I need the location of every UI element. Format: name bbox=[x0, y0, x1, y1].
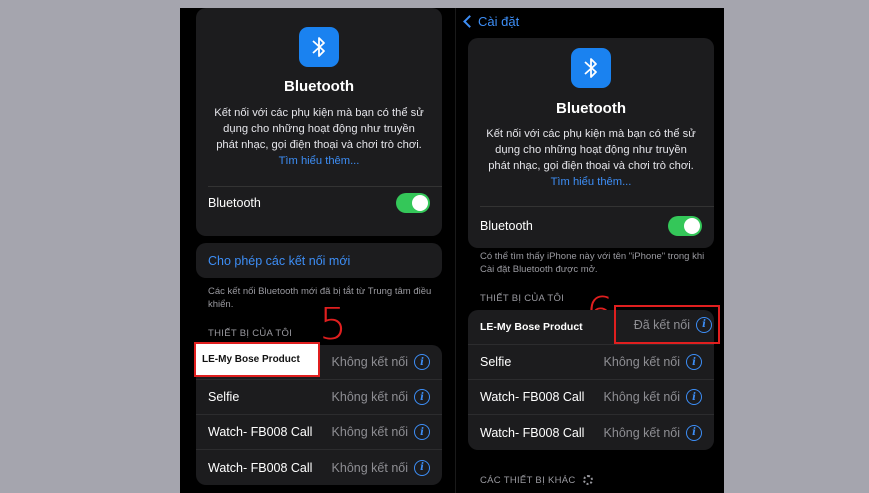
bluetooth-toggle-label: Bluetooth bbox=[480, 219, 533, 233]
device-name: LE-My Bose Product bbox=[480, 321, 583, 333]
device-status: Không kết nối i bbox=[332, 424, 430, 440]
allow-new-connections-button[interactable]: Cho phép các kết nối mới bbox=[196, 243, 442, 278]
device-status-text: Không kết nối bbox=[331, 425, 408, 439]
bluetooth-title: Bluetooth bbox=[284, 78, 354, 95]
bluetooth-toggle-row: Bluetooth bbox=[208, 190, 430, 216]
screenshot-stage: Bluetooth Kết nối với các phụ kiện mà bạ… bbox=[180, 8, 724, 493]
device-status-text: Không kết nối bbox=[331, 355, 408, 369]
info-icon[interactable]: i bbox=[686, 424, 702, 441]
bluetooth-icon bbox=[299, 27, 339, 67]
toggle-knob bbox=[412, 195, 428, 211]
toggle-knob bbox=[684, 218, 700, 234]
bluetooth-header-card: Bluetooth Kết nối với các phụ kiện mà bạ… bbox=[468, 38, 714, 248]
back-button[interactable]: Cài đặt bbox=[462, 14, 519, 29]
highlight-box-device-name[interactable]: LE-My Bose Product bbox=[194, 342, 320, 377]
device-row[interactable]: Selfie Không kết nối i bbox=[196, 380, 442, 415]
device-row[interactable]: Watch- FB008 Call Không kết nối i bbox=[468, 415, 714, 450]
description-text: Kết nối với các phụ kiện mà bạn có thể s… bbox=[214, 107, 424, 151]
bluetooth-icon bbox=[571, 48, 611, 88]
device-status-text: Đã kết nối bbox=[633, 317, 690, 332]
device-row[interactable]: Selfie Không kết nối i bbox=[468, 345, 714, 380]
info-icon[interactable]: i bbox=[696, 316, 712, 333]
bluetooth-toggle[interactable] bbox=[396, 193, 430, 213]
device-name: Selfie bbox=[480, 355, 512, 369]
other-devices-section-title: CÁC THIẾT BỊ KHÁC bbox=[480, 475, 593, 486]
device-status: Không kết nối i bbox=[332, 354, 430, 370]
step-number-annotation: 5 bbox=[319, 299, 347, 350]
device-row[interactable]: Watch- FB008 Call Không kết nối i bbox=[196, 415, 442, 450]
learn-more-link[interactable]: Tìm hiểu thêm... bbox=[279, 155, 360, 167]
device-name: Watch- FB008 Call bbox=[208, 425, 313, 439]
device-status: Không kết nối i bbox=[603, 424, 702, 441]
divider bbox=[208, 186, 442, 187]
info-icon[interactable]: i bbox=[414, 424, 430, 440]
bluetooth-title: Bluetooth bbox=[556, 100, 626, 117]
back-label: Cài đặt bbox=[478, 14, 520, 29]
device-status: Không kết nối i bbox=[331, 459, 430, 476]
device-row[interactable]: Watch- FB008 Call Không kết nối i bbox=[468, 380, 714, 415]
device-status: Đã kết nối i bbox=[633, 316, 712, 333]
allow-new-connections-label: Cho phép các kết nối mới bbox=[208, 253, 351, 268]
device-status: Không kết nối i bbox=[332, 389, 430, 405]
discoverable-note: Có thể tìm thấy iPhone này với tên "iPho… bbox=[480, 251, 705, 275]
device-name: Watch- FB008 Call bbox=[480, 425, 585, 440]
device-row[interactable]: Watch- FB008 Call Không kết nối i bbox=[196, 450, 442, 485]
spinner-icon bbox=[582, 475, 593, 486]
bluetooth-toggle-row: Bluetooth bbox=[480, 213, 702, 239]
bluetooth-description: Kết nối với các phụ kiện mà bạn có thể s… bbox=[486, 126, 696, 190]
device-status-text: Không kết nối bbox=[331, 390, 408, 404]
device-name: Watch- FB008 Call bbox=[480, 390, 585, 404]
my-devices-section-title: THIẾT BỊ CỦA TÔI bbox=[480, 293, 565, 304]
info-icon[interactable]: i bbox=[686, 354, 702, 370]
device-status-text: Không kết nối bbox=[603, 390, 680, 404]
info-icon[interactable]: i bbox=[414, 389, 430, 405]
bluetooth-toggle-label: Bluetooth bbox=[208, 196, 261, 210]
bluetooth-header-card: Bluetooth Kết nối với các phụ kiện mà bạ… bbox=[196, 8, 442, 236]
my-devices-section-title: THIẾT BỊ CỦA TÔI bbox=[208, 328, 293, 339]
bluetooth-description: Kết nối với các phụ kiện mà bạn có thể s… bbox=[214, 105, 424, 169]
description-text: Kết nối với các phụ kiện mà bạn có thể s… bbox=[486, 128, 696, 172]
info-icon[interactable]: i bbox=[414, 459, 430, 476]
device-status: Không kết nối i bbox=[604, 354, 702, 370]
learn-more-link[interactable]: Tìm hiểu thêm... bbox=[551, 176, 632, 188]
chevron-left-icon bbox=[463, 15, 476, 28]
device-status-text: Không kết nối bbox=[331, 460, 408, 475]
left-settings-screen: Bluetooth Kết nối với các phụ kiện mà bạ… bbox=[180, 8, 455, 493]
device-status: Không kết nối i bbox=[604, 389, 702, 405]
device-name: Watch- FB008 Call bbox=[208, 460, 313, 475]
divider bbox=[480, 206, 714, 207]
info-icon[interactable]: i bbox=[414, 354, 430, 370]
right-settings-screen: Cài đặt Bluetooth Kết nối với các phụ ki… bbox=[455, 8, 724, 493]
info-icon[interactable]: i bbox=[686, 389, 702, 405]
device-status-text: Không kết nối bbox=[603, 425, 680, 440]
device-status-text: Không kết nối bbox=[603, 355, 680, 369]
device-name: Selfie bbox=[208, 390, 240, 404]
bluetooth-toggle[interactable] bbox=[668, 216, 702, 236]
highlight-box-connected-status[interactable]: Đã kết nối i bbox=[614, 305, 720, 344]
other-devices-label: CÁC THIẾT BỊ KHÁC bbox=[480, 475, 576, 486]
